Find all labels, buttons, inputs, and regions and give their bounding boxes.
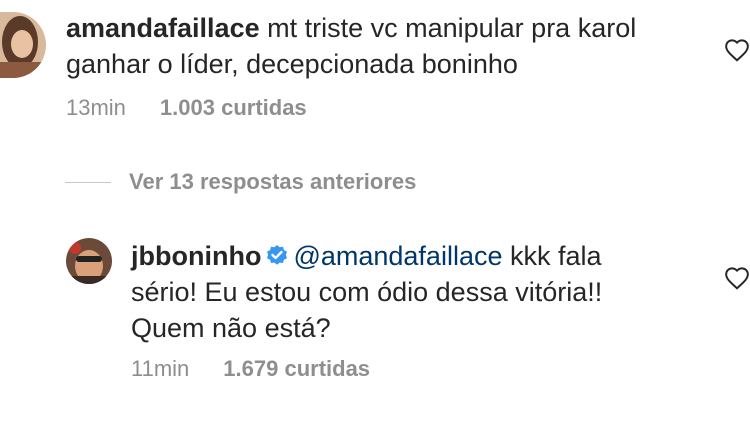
view-previous-replies-button[interactable]: Ver 13 respostas anteriores [65, 168, 416, 196]
avatar-photo-icon [0, 12, 46, 78]
comment-username[interactable]: amandafaillace [66, 13, 260, 43]
reply-timestamp: 11min [131, 356, 190, 381]
reply-username[interactable]: jbboninho [131, 241, 261, 271]
avatar-photo-icon [66, 238, 112, 284]
reply-meta: 11min 1.679 curtidas [131, 356, 370, 382]
comment-body: amandafaillace mt triste vc manipular pr… [66, 10, 666, 82]
commenter-avatar[interactable] [0, 12, 46, 78]
reply-mention-link[interactable]: @amandafaillace [293, 241, 502, 271]
view-replies-label: Ver 13 respostas anteriores [129, 169, 417, 194]
reply-likes-count[interactable]: 1.679 curtidas [223, 356, 370, 381]
comment-meta: 13min 1.003 curtidas [66, 95, 307, 121]
replies-divider-line [65, 181, 111, 183]
heart-outline-icon[interactable] [724, 38, 750, 62]
comment-timestamp: 13min [66, 95, 126, 120]
reply-body: jbboninho @amandafaillace kkk fala sério!… [131, 238, 651, 346]
verified-badge-icon [265, 244, 289, 268]
heart-outline-icon[interactable] [724, 266, 750, 290]
comment-likes-count[interactable]: 1.003 curtidas [160, 95, 307, 120]
reply-avatar[interactable] [66, 238, 112, 284]
